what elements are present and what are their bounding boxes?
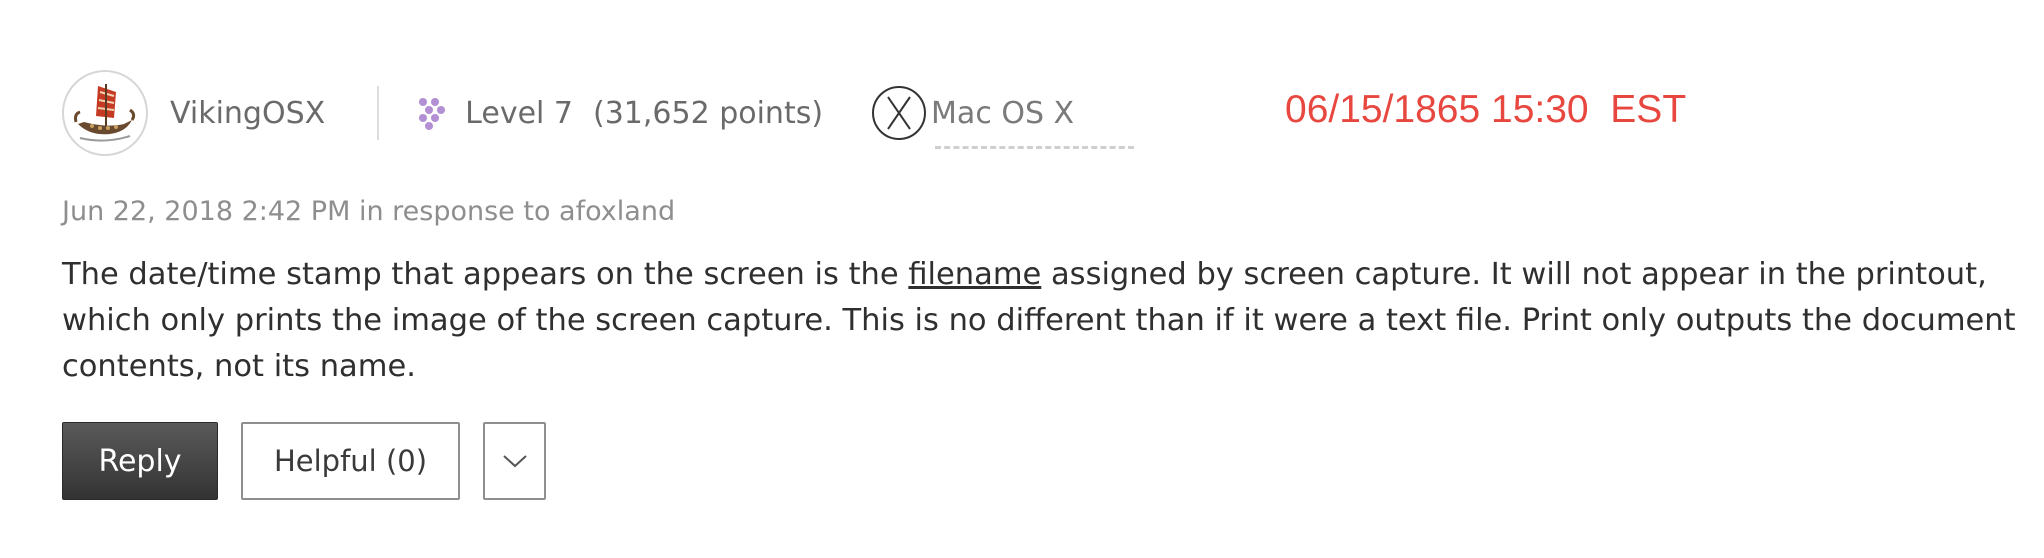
avatar[interactable] — [62, 70, 148, 156]
viking-ship-icon — [74, 84, 136, 142]
reply-button[interactable]: Reply — [62, 422, 218, 500]
reply-button-label: Reply — [98, 443, 182, 479]
helpful-button-label: Helpful (0) — [273, 444, 428, 478]
post-author-header: VikingOSX Level 7 (31,652 points) Mac OS… — [62, 68, 1135, 158]
chevron-down-icon — [502, 455, 527, 468]
header-divider — [377, 86, 380, 140]
filename-term: filename — [908, 257, 1042, 292]
timestamp-overlay: 06/15/1865 15:30 EST — [1285, 88, 1687, 131]
os-dashed-underline — [935, 145, 1135, 149]
mac-os-x-icon — [872, 86, 927, 140]
helpful-button[interactable]: Helpful (0) — [241, 422, 460, 500]
author-os[interactable]: Mac OS X — [871, 85, 1135, 149]
post-body: The date/time stamp that appears on the … — [62, 252, 2022, 390]
post-meta: Jun 22, 2018 2:42 PM in response to afox… — [62, 196, 676, 227]
level-dots-icon — [419, 98, 446, 130]
author-username[interactable]: VikingOSX — [170, 96, 325, 131]
more-options-button[interactable] — [483, 422, 546, 500]
author-points: (31,652 points) — [592, 95, 824, 131]
os-label: Mac OS X — [931, 96, 1135, 149]
post-body-text-1: The date/time stamp that appears on the … — [62, 257, 909, 292]
author-level: Level 7 — [465, 95, 573, 131]
post-actions: Reply Helpful (0) — [62, 422, 546, 500]
